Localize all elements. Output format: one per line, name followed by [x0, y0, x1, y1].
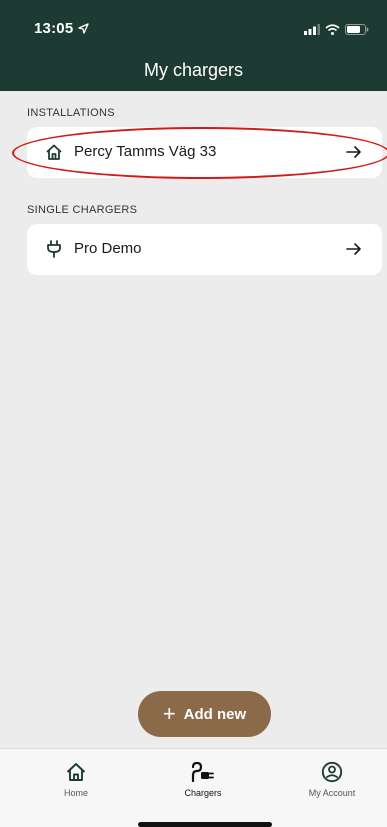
page-title: My chargers: [143, 60, 244, 80]
home-icon: [46, 144, 62, 160]
tab-home-label: Home: [63, 788, 88, 798]
tab-chargers[interactable]: Chargers: [158, 761, 248, 798]
location-arrow-icon: [78, 23, 89, 34]
add-new-button[interactable]: + Add new: [138, 691, 271, 737]
charger-name: Pro Demo: [74, 240, 142, 257]
plus-icon: +: [162, 701, 176, 726]
arrow-right-icon: [346, 146, 361, 158]
battery-icon: [345, 23, 369, 35]
installation-item-percy-tamms-vag-33[interactable]: Percy Tamms Väg 33: [27, 127, 382, 178]
tab-my-account-label: My Account: [308, 788, 356, 798]
status-time: 13:05: [34, 20, 74, 37]
tab-chargers-label: Chargers: [184, 788, 222, 798]
status-indicators: [304, 22, 369, 36]
wifi-icon: [325, 23, 340, 35]
charger-icon: [191, 761, 214, 783]
home-icon: [66, 763, 86, 781]
tab-bar: Home Chargers My Account: [0, 748, 387, 827]
single-chargers-section-label: SINGLE CHARGERS: [27, 204, 138, 216]
home-indicator: [138, 822, 272, 827]
status-bar: 13:05: [0, 0, 387, 44]
arrow-right-icon: [346, 243, 361, 255]
plug-icon: [47, 240, 61, 258]
cellular-signal-icon: [304, 23, 320, 35]
account-icon: [321, 761, 343, 783]
add-new-label: Add new: [183, 705, 247, 723]
installations-section-label: INSTALLATIONS: [27, 107, 115, 119]
charger-item-pro-demo[interactable]: Pro Demo: [27, 224, 382, 275]
app-header: 13:05 My chargers: [0, 0, 387, 91]
installation-name: Percy Tamms Väg 33: [74, 143, 217, 160]
tab-my-account[interactable]: My Account: [287, 761, 377, 798]
tab-home[interactable]: Home: [31, 761, 121, 798]
